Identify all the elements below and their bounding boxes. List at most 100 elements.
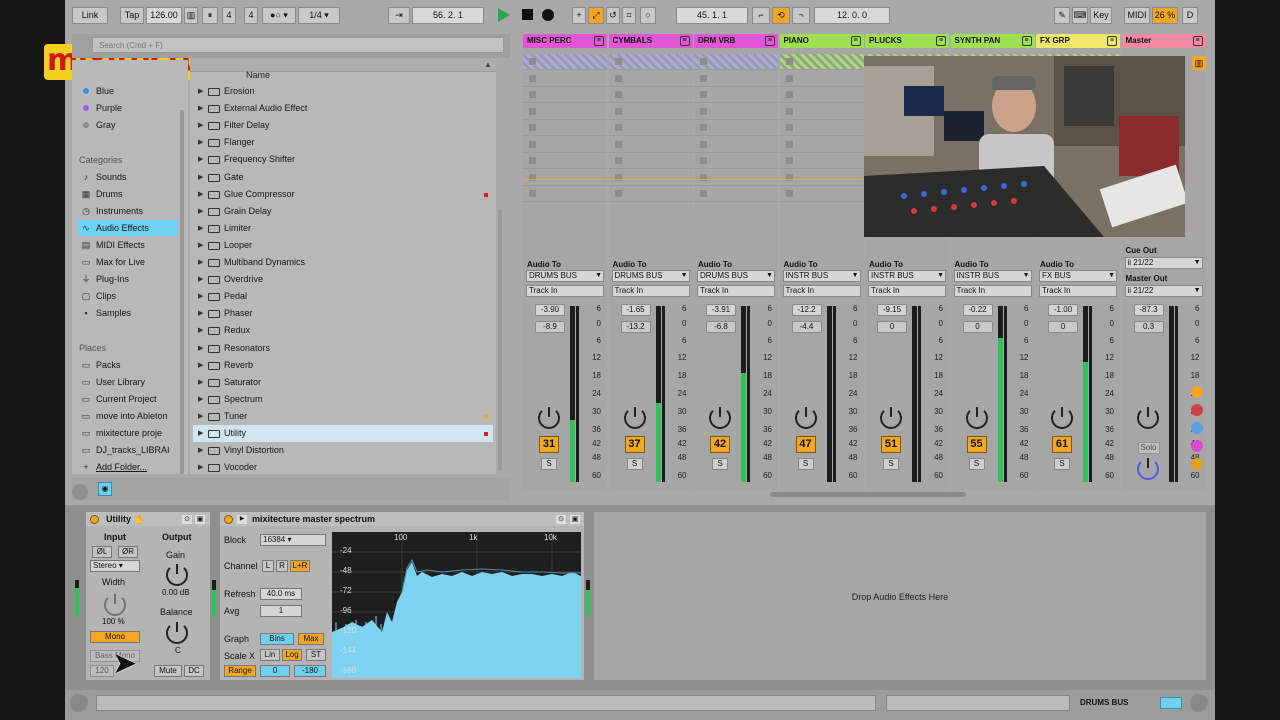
clip-slot[interactable]	[608, 71, 693, 87]
browser-item[interactable]: ▶ Frequency Shifter	[193, 151, 493, 168]
cue-out-select[interactable]: ii 21/22	[1124, 257, 1203, 269]
volume-field[interactable]: -3.91	[706, 304, 736, 316]
master-out-select[interactable]: ii 21/22	[1124, 285, 1203, 297]
track-activator-button[interactable]: 47	[795, 436, 816, 453]
solo-button[interactable]: S	[883, 458, 899, 470]
song-position-field[interactable]: 56. 2. 1	[412, 7, 484, 24]
clip-slot[interactable]	[779, 153, 864, 169]
expand-arrow-icon[interactable]: ▶	[198, 100, 203, 117]
returns-toggle-icon[interactable]	[1191, 422, 1203, 434]
link-button[interactable]: Link	[72, 7, 108, 24]
status-right-icon[interactable]	[1190, 694, 1208, 712]
clip-slot[interactable]	[779, 87, 864, 103]
clip-slot[interactable]	[694, 186, 778, 202]
automation-arm-icon[interactable]: ⤢	[588, 7, 604, 24]
range-max-field[interactable]: -180	[294, 665, 326, 677]
punch-out-icon[interactable]: ¬	[792, 7, 810, 24]
clip-stop-icon[interactable]	[614, 140, 622, 148]
midi-map-button[interactable]: MIDI	[1124, 7, 1150, 24]
pan-knob[interactable]	[538, 407, 560, 429]
punch-in-icon[interactable]: ⌐	[752, 7, 770, 24]
device-drop-zone[interactable]: Drop Audio Effects Here	[594, 512, 1206, 680]
spectrum-hotswap-icon[interactable]: ⊙	[556, 515, 566, 524]
output-channel-select[interactable]: Track In	[953, 285, 1032, 297]
expand-arrow-icon[interactable]: ▶	[198, 271, 203, 288]
back-to-arrangement-icon[interactable]: ↺	[606, 7, 620, 24]
browser-item[interactable]: ▶ Redux	[193, 322, 493, 339]
browser-item[interactable]: ▶ Resonators	[193, 340, 493, 357]
block-select[interactable]: 16384 ▾	[260, 534, 326, 546]
range-min-field[interactable]: 0	[260, 665, 290, 677]
balance-knob[interactable]	[166, 622, 188, 644]
clip-stop-icon[interactable]	[785, 140, 793, 148]
clip-slot[interactable]	[608, 120, 693, 136]
clip-stop-icon[interactable]	[785, 74, 793, 82]
color-item[interactable]: Purple	[78, 100, 178, 116]
output-channel-select[interactable]: Track In	[782, 285, 861, 297]
expand-arrow-icon[interactable]: ▶	[198, 340, 203, 357]
expand-arrow-icon[interactable]: ▶	[198, 425, 203, 442]
name-column-header[interactable]: Name	[246, 70, 270, 80]
fader-track[interactable]	[576, 306, 579, 482]
output-channel-select[interactable]: Track In	[611, 285, 690, 297]
clip-stop-icon[interactable]	[529, 58, 536, 65]
clip-slot[interactable]	[523, 153, 607, 169]
browser-item[interactable]: ▶ Spectrum	[193, 391, 493, 408]
expand-arrow-icon[interactable]: ▶	[198, 442, 203, 459]
pan-knob[interactable]	[1136, 407, 1159, 429]
utility-save-icon[interactable]: ▣	[195, 515, 205, 524]
clip-stop-icon[interactable]	[785, 124, 793, 131]
sidebar-item-category[interactable]: ▢ Clips	[78, 288, 178, 304]
browser-item[interactable]: ▶ Erosion	[193, 83, 493, 100]
mixer-toggle-icon[interactable]	[1191, 440, 1203, 452]
clip-stop-icon[interactable]	[529, 107, 536, 115]
clip-stop-icon[interactable]	[785, 157, 793, 164]
cue-volume-knob[interactable]	[1136, 458, 1159, 480]
browser-item[interactable]: ▶ Multiband Dynamics	[193, 254, 493, 271]
output-routing-select[interactable]: INSTR BUS	[953, 270, 1032, 282]
computer-keyboard-icon[interactable]: ⌨	[1072, 7, 1088, 24]
pan-knob[interactable]	[794, 407, 817, 429]
clip-slot[interactable]	[523, 87, 607, 103]
output-routing-select[interactable]: INSTR BUS	[782, 270, 861, 282]
clip-slot[interactable]	[694, 71, 778, 87]
expand-arrow-icon[interactable]: ▶	[198, 151, 203, 168]
volume-field[interactable]: -9.15	[877, 304, 907, 316]
solo-button[interactable]: S	[626, 458, 643, 470]
metronome-icon[interactable]: ⏸	[202, 7, 218, 24]
sidebar-item-category[interactable]: ▭ Max for Live	[78, 254, 178, 270]
clip-slot[interactable]	[608, 87, 693, 103]
sig-denominator[interactable]: 4	[244, 7, 258, 24]
clip-stop-icon[interactable]	[785, 190, 793, 197]
expand-arrow-icon[interactable]: ▶	[198, 391, 203, 408]
pan-knob[interactable]	[1051, 407, 1073, 429]
color-item[interactable]: Gray	[78, 117, 178, 133]
width-knob[interactable]	[104, 594, 126, 616]
overdub-icon[interactable]: +	[572, 7, 586, 24]
max-button[interactable]: Max	[298, 633, 324, 645]
sidebar-item-category[interactable]: ⏚ Plug-Ins	[78, 271, 178, 287]
sidebar-item-category[interactable]: ▪ Samples	[78, 305, 178, 321]
expand-arrow-icon[interactable]: ▶	[198, 408, 203, 425]
volume-field[interactable]: -0.22	[962, 304, 993, 316]
scale-lin-button[interactable]: Lin	[260, 649, 280, 661]
clip-slot[interactable]	[608, 186, 693, 202]
browser-item[interactable]: ▶ Pedal	[193, 288, 493, 305]
clip-stop-icon[interactable]	[785, 91, 793, 98]
output-routing-select[interactable]: INSTR BUS	[868, 270, 946, 282]
fader-track[interactable]	[661, 306, 665, 482]
track-activator-button[interactable]: 55	[966, 436, 987, 453]
output-channel-select[interactable]: Track In	[526, 285, 604, 297]
browser-item[interactable]: ▶ External Audio Effect	[193, 100, 493, 117]
volume-field[interactable]: -1.00	[1048, 304, 1078, 316]
preview-icon[interactable]: ◉	[98, 482, 112, 496]
clip-stop-icon[interactable]	[785, 58, 793, 65]
expand-arrow-icon[interactable]: ▶	[198, 288, 203, 305]
volume-field[interactable]: -12.2	[791, 304, 822, 316]
dc-button[interactable]: DC	[184, 665, 204, 677]
fader-track[interactable]	[1089, 306, 1092, 482]
channel-r-button[interactable]: R	[276, 560, 288, 572]
expand-arrow-icon[interactable]: ▶	[198, 374, 203, 391]
nudge-icon[interactable]: ▥	[184, 7, 198, 24]
sidebar-item-place[interactable]: ▭ Current Project	[78, 391, 178, 407]
